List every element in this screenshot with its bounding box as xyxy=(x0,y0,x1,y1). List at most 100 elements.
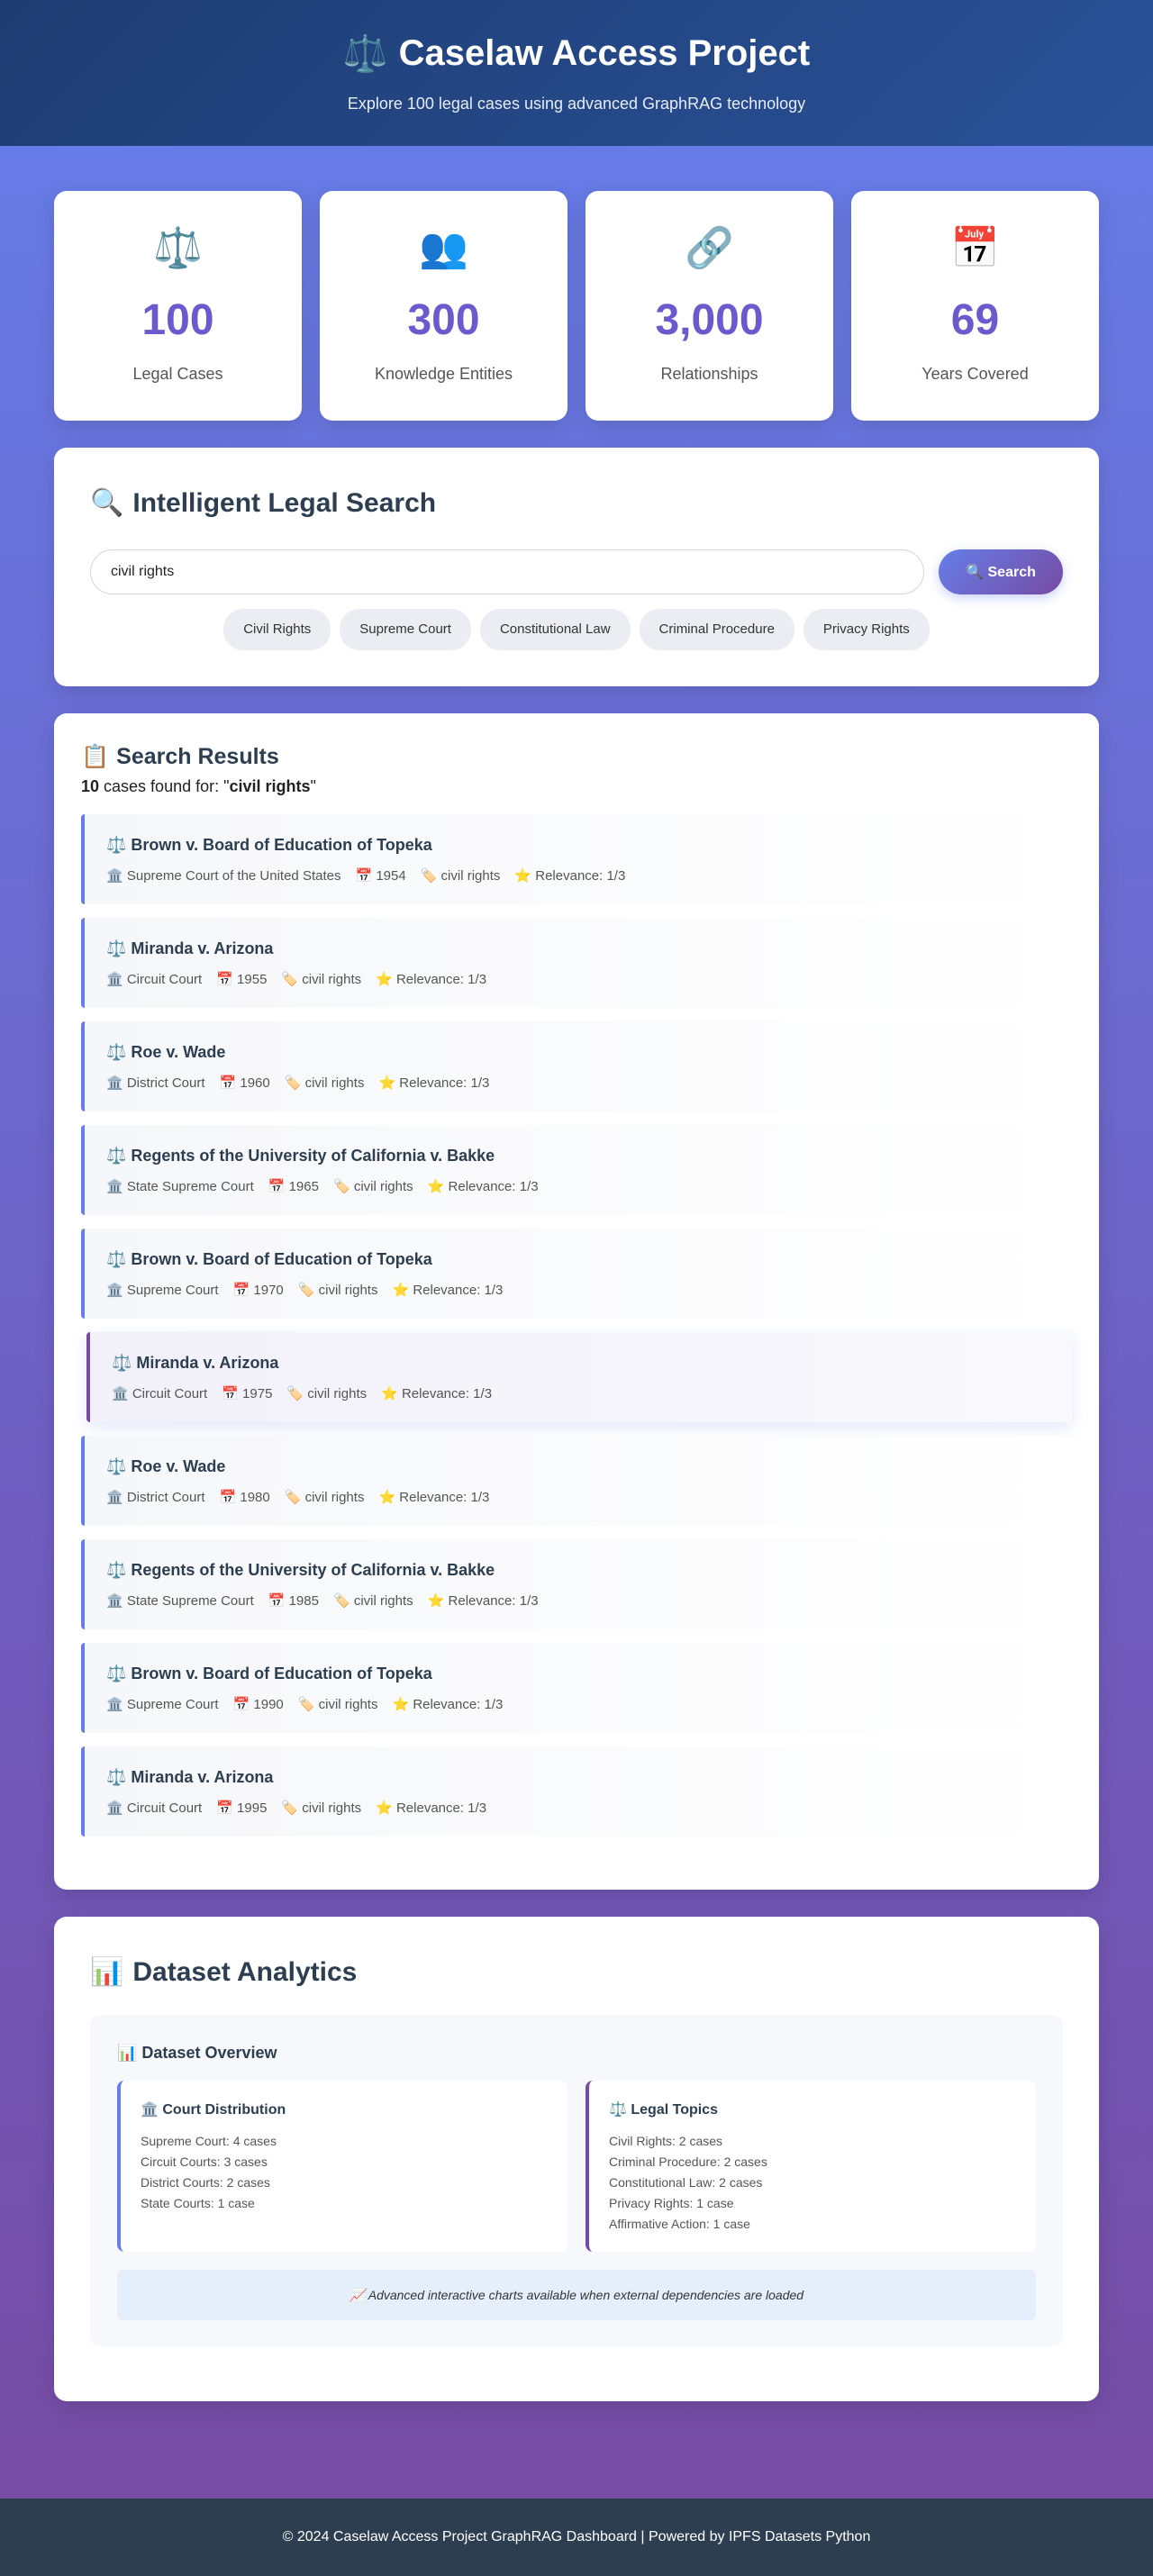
results-query: civil rights xyxy=(229,777,311,795)
court-item: Circuit Courts: 3 cases xyxy=(141,2154,268,2169)
search-row: 🔍 Search xyxy=(90,549,1063,594)
overview-title: 📊 Dataset Overview xyxy=(117,2044,277,2062)
stat-label: Legal Cases xyxy=(132,365,223,383)
result-relevance: ⭐ Relevance: 1/3 xyxy=(376,1800,487,1816)
result-year: 📅 1980 xyxy=(219,1490,270,1505)
stat-label: Years Covered xyxy=(921,365,1029,383)
result-year: 📅 1954 xyxy=(355,868,406,884)
result-relevance: ⭐ Relevance: 1/3 xyxy=(381,1386,493,1401)
charts-notice: 📈 Advanced interactive charts available … xyxy=(117,2270,1036,2320)
result-title[interactable]: ⚖️ Brown v. Board of Education of Topeka xyxy=(106,1250,1050,1269)
result-relevance: ⭐ Relevance: 1/3 xyxy=(378,1075,490,1091)
result-meta: 🏛️ Supreme Court 📅 1970 🏷️ civil rights … xyxy=(106,1282,1050,1298)
stat-card-entities: 👥 300 Knowledge Entities xyxy=(320,191,567,421)
results-count-number: 10 xyxy=(81,777,100,795)
result-meta: 🏛️ State Supreme Court 📅 1985 🏷️ civil r… xyxy=(106,1592,1050,1609)
search-panel: 🔍 Intelligent Legal Search 🔍 Search Civi… xyxy=(54,448,1099,686)
result-year: 📅 1975 xyxy=(222,1386,273,1401)
result-title[interactable]: ⚖️ Regents of the University of Californ… xyxy=(106,1147,1050,1166)
stat-value: 69 xyxy=(950,296,1000,344)
result-meta: 🏛️ District Court 📅 1980 🏷️ civil rights… xyxy=(106,1489,1050,1505)
topic-item: Privacy Rights: 1 case xyxy=(609,2196,734,2210)
chip-civil-rights[interactable]: Civil Rights xyxy=(223,609,331,650)
result-relevance: ⭐ Relevance: 1/3 xyxy=(392,1283,504,1298)
results-title-text: Search Results xyxy=(116,744,279,769)
court-distribution-title: 🏛️ Court Distribution xyxy=(141,2102,286,2118)
result-meta: 🏛️ Circuit Court 📅 1995 🏷️ civil rights … xyxy=(106,1800,1050,1816)
result-item[interactable]: ⚖️ Regents of the University of Californ… xyxy=(81,1539,1072,1629)
result-tag: 🏷️ civil rights xyxy=(286,1386,368,1401)
result-year: 📅 1955 xyxy=(216,972,268,987)
analytics-title-text: Dataset Analytics xyxy=(132,1956,358,1987)
stat-value: 3,000 xyxy=(655,296,764,344)
chip-criminal-procedure[interactable]: Criminal Procedure xyxy=(639,609,794,650)
result-meta: 🏛️ Supreme Court of the United States 📅 … xyxy=(106,867,1050,884)
result-item[interactable]: ⚖️ Brown v. Board of Education of Topeka… xyxy=(81,1643,1072,1733)
court-item: District Courts: 2 cases xyxy=(141,2175,270,2190)
scales-icon: ⚖️ xyxy=(153,226,203,270)
result-tag: 🏷️ civil rights xyxy=(297,1697,378,1712)
page-title-text: Caselaw Access Project xyxy=(398,33,811,73)
chip-supreme-court[interactable]: Supreme Court xyxy=(340,609,471,650)
results-list: ⚖️ Brown v. Board of Education of Topeka… xyxy=(81,814,1072,1837)
result-item[interactable]: ⚖️ Brown v. Board of Education of Topeka… xyxy=(81,814,1072,904)
result-title[interactable]: ⚖️ Brown v. Board of Education of Topeka xyxy=(106,1664,1050,1683)
result-year: 📅 1990 xyxy=(232,1697,284,1712)
result-meta: 🏛️ Circuit Court 📅 1975 🏷️ civil rights … xyxy=(112,1385,1050,1401)
result-item-hovered[interactable]: ⚖️ Miranda v. Arizona 🏛️ Circuit Court 📅… xyxy=(86,1332,1072,1422)
result-year: 📅 1985 xyxy=(268,1593,319,1609)
result-year: 📅 1995 xyxy=(216,1800,268,1816)
result-tag: 🏷️ civil rights xyxy=(297,1283,378,1298)
stat-value: 100 xyxy=(141,296,214,344)
results-count-end: " xyxy=(310,777,316,795)
page-footer: © 2024 Caselaw Access Project GraphRAG D… xyxy=(0,2499,1153,2576)
result-year: 📅 1970 xyxy=(232,1283,284,1298)
result-item[interactable]: ⚖️ Miranda v. Arizona 🏛️ Circuit Court 📅… xyxy=(81,918,1072,1008)
result-title[interactable]: ⚖️ Roe v. Wade xyxy=(106,1457,1050,1476)
result-title[interactable]: ⚖️ Miranda v. Arizona xyxy=(112,1354,1050,1373)
suggestion-chips: Civil Rights Supreme Court Constitutiona… xyxy=(90,609,1063,650)
result-court: 🏛️ State Supreme Court xyxy=(106,1593,254,1609)
result-tag: 🏷️ civil rights xyxy=(420,868,501,884)
result-relevance: ⭐ Relevance: 1/3 xyxy=(427,1593,539,1609)
result-meta: 🏛️ State Supreme Court 📅 1965 🏷️ civil r… xyxy=(106,1178,1050,1194)
result-item[interactable]: ⚖️ Brown v. Board of Education of Topeka… xyxy=(81,1229,1072,1319)
result-tag: 🏷️ civil rights xyxy=(332,1179,413,1194)
result-court: 🏛️ Supreme Court xyxy=(106,1283,219,1298)
result-court: 🏛️ Circuit Court xyxy=(112,1386,208,1401)
result-title[interactable]: ⚖️ Roe v. Wade xyxy=(106,1043,1050,1062)
stat-card-relationships: 🔗 3,000 Relationships xyxy=(586,191,833,421)
result-item[interactable]: ⚖️ Miranda v. Arizona 🏛️ Circuit Court 📅… xyxy=(81,1746,1072,1837)
stat-value: 300 xyxy=(407,296,480,344)
result-tag: 🏷️ civil rights xyxy=(284,1490,365,1505)
result-title[interactable]: ⚖️ Regents of the University of Californ… xyxy=(106,1561,1050,1580)
topic-item: Criminal Procedure: 2 cases xyxy=(609,2154,767,2169)
result-title[interactable]: ⚖️ Brown v. Board of Education of Topeka xyxy=(106,836,1050,855)
analytics-panel: 📊 Dataset Analytics 📊 Dataset Overview 🏛… xyxy=(54,1917,1099,2401)
result-court: 🏛️ District Court xyxy=(106,1490,205,1505)
result-item[interactable]: ⚖️ Regents of the University of Californ… xyxy=(81,1125,1072,1215)
overview-cards: 🏛️ Court Distribution Supreme Court: 4 c… xyxy=(117,2081,1036,2252)
main-content: ⚖️ 100 Legal Cases 👥 300 Knowledge Entit… xyxy=(54,191,1099,2401)
result-relevance: ⭐ Relevance: 1/3 xyxy=(514,868,626,884)
topic-item: Constitutional Law: 2 cases xyxy=(609,2175,763,2190)
search-input[interactable] xyxy=(90,549,924,594)
scales-icon: ⚖️ xyxy=(342,34,388,74)
search-button[interactable]: 🔍 Search xyxy=(939,549,1063,594)
result-item[interactable]: ⚖️ Roe v. Wade 🏛️ District Court 📅 1960 … xyxy=(81,1021,1072,1111)
stat-card-cases: ⚖️ 100 Legal Cases xyxy=(54,191,302,421)
result-court: 🏛️ Supreme Court of the United States xyxy=(106,868,341,884)
chip-constitutional-law[interactable]: Constitutional Law xyxy=(479,609,631,650)
results-count-text: cases found for: " xyxy=(99,777,230,795)
link-icon: 🔗 xyxy=(685,226,734,270)
result-title[interactable]: ⚖️ Miranda v. Arizona xyxy=(106,939,1050,958)
dataset-overview: 📊 Dataset Overview 🏛️ Court Distribution… xyxy=(90,2015,1063,2347)
result-relevance: ⭐ Relevance: 1/3 xyxy=(378,1490,490,1505)
result-title[interactable]: ⚖️ Miranda v. Arizona xyxy=(106,1768,1050,1787)
result-item[interactable]: ⚖️ Roe v. Wade 🏛️ District Court 📅 1980 … xyxy=(81,1436,1072,1526)
chip-privacy-rights[interactable]: Privacy Rights xyxy=(803,609,930,650)
result-court: 🏛️ Supreme Court xyxy=(106,1697,219,1712)
results-count: 10 cases found for: "civil rights" xyxy=(81,777,1072,796)
stat-label: Knowledge Entities xyxy=(374,365,513,383)
search-icon: 🔍 xyxy=(90,488,124,518)
